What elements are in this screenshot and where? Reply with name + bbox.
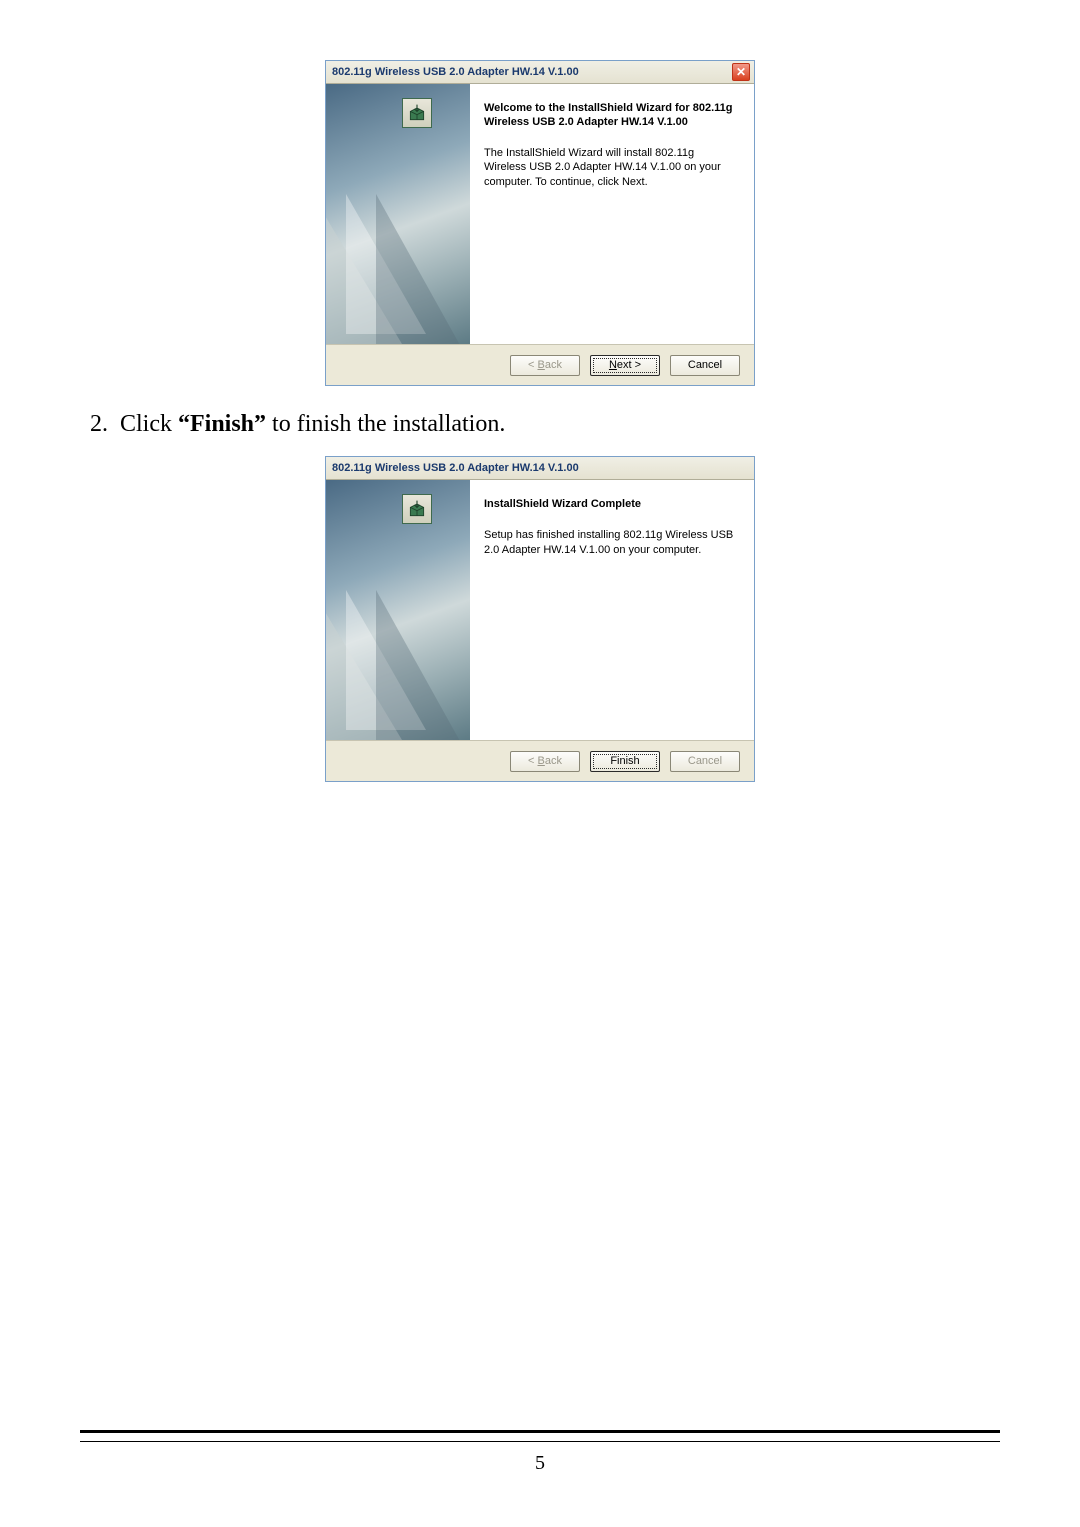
finish-button[interactable]: Finish [590,751,660,772]
cancel-button[interactable]: Cancel [670,355,740,376]
close-button[interactable]: ✕ [732,63,750,81]
dialog-description: Setup has finished installing 802.11g Wi… [484,528,738,558]
dialog-body: InstallShield Wizard Complete Setup has … [326,480,754,741]
back-button-prefix: < [528,359,537,371]
document-page: 802.11g Wireless USB 2.0 Adapter HW.14 V… [0,0,1080,1527]
dialogs-container: 802.11g Wireless USB 2.0 Adapter HW.14 V… [80,60,1000,386]
back-button-rest: ack [545,359,562,371]
dialog-content: Welcome to the InstallShield Wizard for … [470,84,754,344]
finish-button-label: Finish [610,755,639,767]
next-button-rest: ext > [617,359,641,371]
dialog-heading: Welcome to the InstallShield Wizard for … [484,102,738,130]
dialog-footer: < Back Next > Cancel [326,345,754,385]
dialog-description: The InstallShield Wizard will install 80… [484,146,738,191]
page-footer: 5 [80,1430,1000,1475]
back-button: < Back [510,751,580,772]
next-button-mnemonic: N [609,359,617,371]
footer-rule-thick [80,1430,1000,1433]
dialogs-container-2: 802.11g Wireless USB 2.0 Adapter HW.14 V… [80,456,1000,782]
page-number: 5 [80,1452,1000,1475]
cancel-button-label: Cancel [688,755,722,767]
dialog-heading: InstallShield Wizard Complete [484,498,738,512]
install-wizard-welcome-dialog: 802.11g Wireless USB 2.0 Adapter HW.14 V… [325,60,755,386]
dialog-footer: < Back Finish Cancel [326,741,754,781]
step-number: 2. [80,411,108,438]
dialog-content: InstallShield Wizard Complete Setup has … [470,480,754,740]
back-button-mnemonic: B [538,755,545,767]
installer-box-icon [402,98,432,128]
dialog-body: Welcome to the InstallShield Wizard for … [326,84,754,345]
back-button-mnemonic: B [538,359,545,371]
cancel-button-label: Cancel [688,359,722,371]
dialog-titlebar: 802.11g Wireless USB 2.0 Adapter HW.14 V… [326,457,754,480]
next-button[interactable]: Next > [590,355,660,376]
back-button-rest: ack [545,755,562,767]
step-text: Click “Finish” to finish the installatio… [120,411,505,438]
dialog-title: 802.11g Wireless USB 2.0 Adapter HW.14 V… [332,66,579,78]
footer-rule-thin [80,1441,1000,1442]
install-wizard-complete-dialog: 802.11g Wireless USB 2.0 Adapter HW.14 V… [325,456,755,782]
back-button-prefix: < [528,755,537,767]
installer-box-icon [402,494,432,524]
back-button: < Back [510,355,580,376]
dialog-sidebar-image [326,480,470,740]
step-text-suffix: to finish the installation. [266,411,505,437]
close-icon: ✕ [736,65,746,79]
dialog-titlebar: 802.11g Wireless USB 2.0 Adapter HW.14 V… [326,61,754,84]
step-text-prefix: Click [120,411,178,437]
instruction-step-2: 2. Click “Finish” to finish the installa… [80,411,1000,438]
dialog-title: 802.11g Wireless USB 2.0 Adapter HW.14 V… [332,462,579,474]
cancel-button: Cancel [670,751,740,772]
dialog-sidebar-image [326,84,470,344]
step-text-bold: “Finish” [178,411,266,437]
